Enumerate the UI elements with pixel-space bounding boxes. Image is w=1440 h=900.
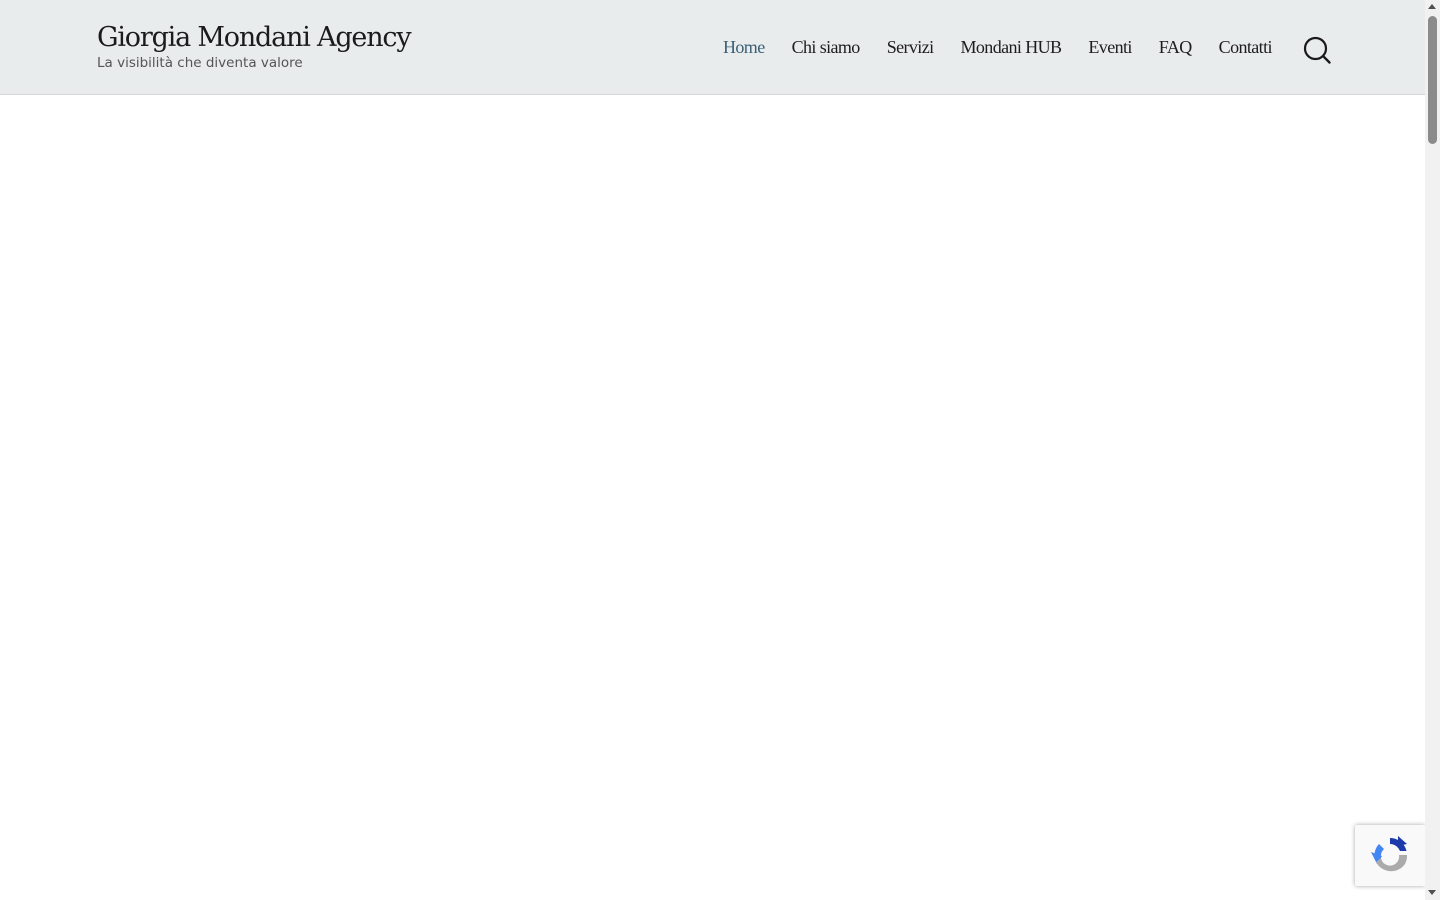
nav-item-contatti[interactable]: Contatti <box>1219 36 1273 58</box>
site-branding[interactable]: Giorgia Mondani Agency La visibilità che… <box>97 20 412 71</box>
nav-item-servizi[interactable]: Servizi <box>887 36 934 58</box>
page: Giorgia Mondani Agency La visibilità che… <box>0 0 1440 900</box>
search-icon <box>1303 36 1331 64</box>
search-button[interactable] <box>1302 35 1332 65</box>
nav-item-faq[interactable]: FAQ <box>1159 36 1192 58</box>
main-navigation: Home Chi siamo Servizi Mondani HUB Event… <box>723 36 1272 58</box>
recaptcha-icon <box>1371 836 1408 872</box>
site-header: Giorgia Mondani Agency La visibilità che… <box>0 0 1425 95</box>
recaptcha-badge[interactable] <box>1355 825 1425 886</box>
nav-item-mondani-hub[interactable]: Mondani HUB <box>961 36 1063 58</box>
nav-item-home[interactable]: Home <box>723 36 765 58</box>
scroll-up-arrow-icon[interactable] <box>1428 4 1436 9</box>
main-content <box>0 95 1425 900</box>
page-scrollbar[interactable] <box>1425 0 1440 900</box>
site-title[interactable]: Giorgia Mondani Agency <box>97 20 412 56</box>
nav-item-eventi[interactable]: Eventi <box>1088 36 1132 58</box>
site-tagline: La visibilità che diventa valore <box>97 55 303 71</box>
scrollbar-thumb[interactable] <box>1428 16 1437 144</box>
scroll-down-arrow-icon[interactable] <box>1428 890 1436 895</box>
nav-item-chi-siamo[interactable]: Chi siamo <box>792 36 861 58</box>
